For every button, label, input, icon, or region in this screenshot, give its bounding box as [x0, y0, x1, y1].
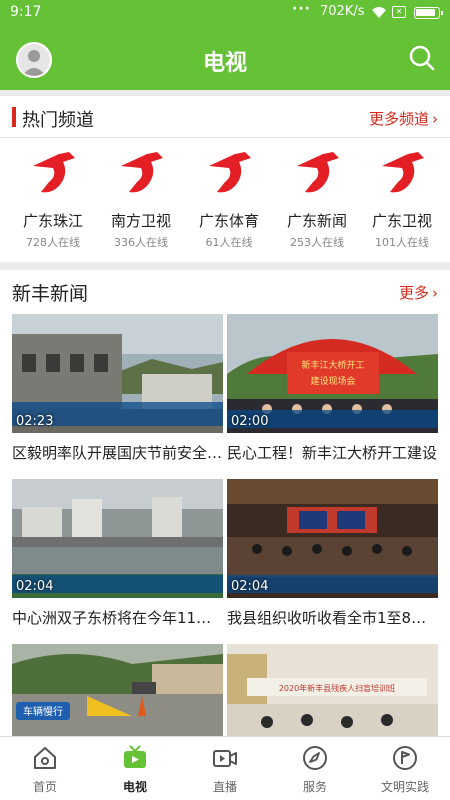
more-channels-label: 更多频道: [368, 110, 429, 128]
bridge-banner-subtext: 建设现场会: [310, 375, 355, 387]
bottom-nav: 首页 电视 直播 服务 文明实践: [0, 736, 450, 800]
channel-viewers: 336人在线: [114, 236, 168, 249]
news-thumbnail[interactable]: 新丰江大桥开工 建设现场会 02:00: [227, 314, 438, 433]
video-duration: 02:00: [231, 414, 269, 429]
channel-viewers: 61人在线: [205, 236, 253, 249]
wifi-icon: [371, 6, 387, 23]
hot-channels-section: 热门频道 更多频道 › 广东珠江 728人在线 南方卫视 336人在线 广东体育 …: [0, 96, 450, 262]
channel-logo-icon: [33, 152, 75, 193]
nav-live[interactable]: 直播: [180, 737, 270, 800]
channel-logo-icon: [209, 152, 251, 193]
live-video-icon: [213, 750, 237, 767]
app-header: 电视: [0, 26, 450, 90]
channel-name: 广东新闻: [286, 212, 347, 230]
news-thumbnail[interactable]: 02:23: [12, 314, 223, 433]
chevron-right-icon: ›: [432, 110, 438, 128]
channel-item[interactable]: 广东珠江 728人在线: [9, 142, 97, 258]
nav-home[interactable]: 首页: [0, 737, 90, 800]
news-thumbnail[interactable]: 02:04: [227, 479, 438, 598]
section-marker: [12, 107, 16, 127]
status-bar: 9:17 ··· 702K/s ✕: [0, 0, 450, 26]
video-duration: 02:04: [231, 579, 269, 594]
search-icon[interactable]: [408, 44, 436, 76]
nav-service-label: 服务: [302, 780, 327, 794]
video-duration: 02:04: [16, 579, 54, 594]
channel-name: 广东卫视: [371, 212, 432, 230]
nav-civilization-practice-label: 文明实践: [380, 780, 429, 794]
sim-icon: ✕: [392, 6, 406, 18]
flag-circle-icon: [393, 746, 417, 770]
road-sign-text: 车辆慢行: [23, 705, 63, 718]
channel-viewers: 728人在线: [26, 236, 80, 249]
bridge-banner-text: 新丰江大桥开工: [301, 359, 364, 371]
status-dots: ···: [292, 1, 311, 17]
channel-viewers: 101人在线: [375, 236, 429, 249]
local-news-header: 新丰新闻 更多 ›: [0, 270, 450, 312]
news-thumbnail[interactable]: 车辆慢行: [12, 644, 223, 736]
news-thumbnail[interactable]: 02:04: [12, 479, 223, 598]
channel-item[interactable]: 南方卫视 336人在线: [97, 142, 185, 258]
battery-icon: [414, 7, 443, 19]
news-thumbnail[interactable]: 2020年新丰县残疾人扫盲培训班: [227, 644, 438, 736]
tv-icon: [124, 745, 146, 768]
more-channels-link[interactable]: 更多频道 ›: [369, 108, 438, 129]
page-title: 电视: [202, 51, 247, 76]
news-title[interactable]: 我县组织收听收看全市1至8月经济形势: [227, 607, 438, 628]
nav-live-label: 直播: [212, 780, 237, 794]
news-title[interactable]: 区毅明率队开展国庆节前安全检查: [12, 442, 223, 463]
more-news-label: 更多: [398, 284, 429, 302]
nav-tv[interactable]: 电视: [90, 737, 180, 800]
channel-logo-icon: [382, 152, 424, 193]
nav-tv-label: 电视: [122, 780, 147, 794]
network-speed: 702K/s: [320, 4, 365, 19]
chevron-right-icon: ›: [432, 284, 438, 302]
home-icon: [34, 747, 56, 769]
training-banner-text: 2020年新丰县残疾人扫盲培训班: [279, 683, 395, 693]
video-duration: 02:23: [16, 414, 54, 429]
channel-list: 广东珠江 728人在线 南方卫视 336人在线 广东体育 61人在线 广东新闻 …: [0, 142, 450, 258]
nav-civilization-practice[interactable]: 文明实践: [360, 737, 450, 800]
channel-name: 南方卫视: [110, 212, 171, 230]
status-time: 9:17: [10, 4, 42, 20]
more-news-link[interactable]: 更多 ›: [399, 282, 438, 303]
channel-item[interactable]: 广东体育 61人在线: [185, 142, 273, 258]
channel-logo-icon: [121, 152, 163, 193]
channel-name: 广东珠江: [22, 212, 83, 230]
battery-level: [416, 9, 435, 16]
local-news-section: 新丰新闻 更多 › 02:23 区毅明率队开展国庆节前安全检查 新丰江大桥开工 建…: [0, 270, 450, 736]
news-title[interactable]: 中心洲双子东桥将在今年11月竣工: [12, 607, 223, 628]
channel-logo-icon: [297, 152, 339, 193]
channel-item[interactable]: 广东卫视 101人在线: [358, 142, 446, 258]
hot-channels-title: 热门频道: [22, 110, 94, 131]
channel-viewers: 253人在线: [290, 236, 344, 249]
local-news-title: 新丰新闻: [12, 283, 89, 305]
nav-home-label: 首页: [32, 780, 57, 794]
channel-name: 广东体育: [198, 212, 259, 230]
channel-item[interactable]: 广东新闻 253人在线: [273, 142, 361, 258]
compass-icon: [303, 746, 327, 770]
hot-channels-header: 热门频道 更多频道 ›: [0, 96, 450, 138]
nav-service[interactable]: 服务: [270, 737, 360, 800]
news-title[interactable]: 民心工程！新丰江大桥开工建设: [227, 442, 438, 463]
